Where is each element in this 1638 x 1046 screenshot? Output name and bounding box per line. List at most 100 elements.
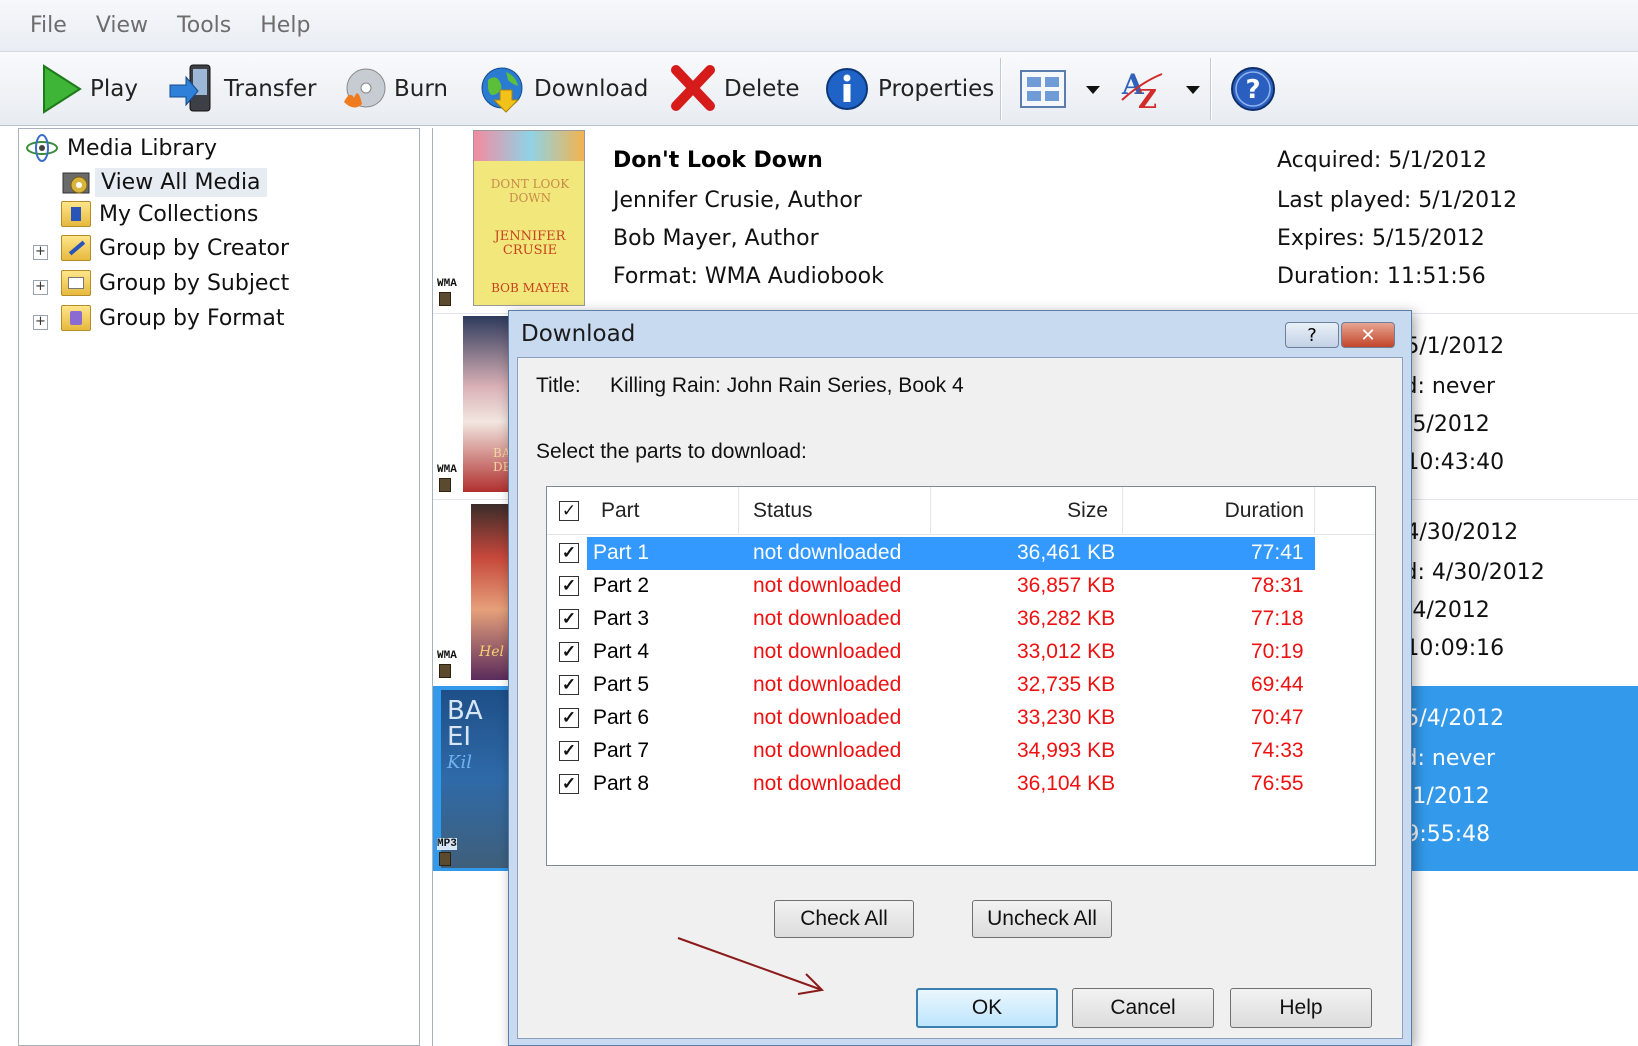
- chevron-down-icon[interactable]: [1182, 79, 1204, 99]
- part-size: 33,230 KB: [1017, 706, 1116, 729]
- part-row[interactable]: ✓ Part 8 not downloaded 36,104 KB 76:55: [547, 768, 1375, 801]
- select-all-checkbox[interactable]: ✓: [559, 501, 579, 521]
- column-header-part[interactable]: Part: [587, 487, 739, 535]
- column-header-status[interactable]: Status: [739, 487, 931, 535]
- format-tag: WMA: [437, 464, 457, 476]
- menu-bar: File View Tools Help: [0, 0, 1638, 52]
- part-row[interactable]: ✓ Part 1 not downloaded 36,461 KB 77:41: [547, 537, 1375, 570]
- part-size: 32,735 KB: [1017, 673, 1116, 696]
- expand-group-by-creator[interactable]: +: [33, 245, 48, 260]
- part-row[interactable]: ✓ Part 5 not downloaded 32,735 KB 69:44: [547, 669, 1375, 702]
- svg-text:Z: Z: [1138, 85, 1157, 114]
- media-folder-icon: [62, 172, 90, 194]
- tree-item-group-by-creator[interactable]: Group by Creator: [61, 235, 289, 261]
- part-row[interactable]: ✓ Part 4 not downloaded 33,012 KB 70:19: [547, 636, 1375, 669]
- dialog-help-text-button[interactable]: Help: [1230, 988, 1372, 1028]
- play-button[interactable]: Play: [40, 60, 138, 118]
- media-library-icon: [26, 134, 58, 162]
- part-duration: 77:18: [1251, 607, 1304, 630]
- tree-item-label: View All Media: [95, 167, 267, 197]
- part-checkbox[interactable]: ✓: [559, 609, 579, 629]
- part-checkbox[interactable]: ✓: [559, 642, 579, 662]
- tree-root-media-library[interactable]: Media Library: [25, 133, 217, 163]
- audiobook-icon: [439, 478, 451, 492]
- part-row[interactable]: ✓ Part 3 not downloaded 36,282 KB 77:18: [547, 603, 1375, 636]
- download-label: Download: [534, 76, 649, 102]
- parts-list-header: ✓ Part Status Size Duration: [547, 487, 1375, 535]
- row-expires: Expires: 5/15/2012: [1277, 226, 1485, 251]
- part-duration: 78:31: [1251, 574, 1304, 597]
- sort-button[interactable]: A Z: [1118, 60, 1204, 118]
- part-name: Part 2: [593, 574, 650, 597]
- cancel-button[interactable]: Cancel: [1072, 988, 1214, 1028]
- part-row[interactable]: ✓ Part 6 not downloaded 33,230 KB 70:47: [547, 702, 1375, 735]
- audiobook-icon: [439, 664, 451, 678]
- part-name: Part 4: [593, 640, 650, 663]
- part-duration: 77:41: [1251, 541, 1304, 564]
- close-icon: ✕: [1360, 324, 1376, 346]
- part-size: 36,461 KB: [1017, 541, 1116, 564]
- format-folder-icon: [61, 305, 91, 331]
- media-row[interactable]: DONT LOOK DOWN JENNIFER CRUSIE BOB MAYER…: [433, 128, 1638, 313]
- transfer-label: Transfer: [224, 76, 317, 102]
- download-button[interactable]: Download: [478, 60, 648, 118]
- transfer-button[interactable]: Transfer: [168, 60, 316, 118]
- row-author: Bob Mayer, Author: [613, 226, 819, 251]
- menu-tools[interactable]: Tools: [177, 13, 231, 38]
- subject-folder-icon: [61, 270, 91, 296]
- toolbar-separator: [1210, 58, 1212, 120]
- part-row[interactable]: ✓ Part 2 not downloaded 36,857 KB 78:31: [547, 570, 1375, 603]
- view-mode-button[interactable]: [1018, 60, 1104, 118]
- expand-group-by-subject[interactable]: +: [33, 280, 48, 295]
- grid-view-icon: [1020, 70, 1066, 108]
- part-name: Part 6: [593, 706, 650, 729]
- row-acquired: Acquired: 5/1/2012: [1277, 148, 1488, 173]
- dialog-close-button[interactable]: ✕: [1341, 322, 1395, 348]
- part-status: not downloaded: [753, 541, 902, 564]
- part-checkbox[interactable]: ✓: [559, 576, 579, 596]
- tree-item-view-all-media[interactable]: View All Media: [61, 167, 267, 197]
- instruction-text: Select the parts to download:: [536, 440, 807, 463]
- ok-button[interactable]: OK: [916, 988, 1058, 1028]
- play-label: Play: [90, 76, 138, 102]
- delete-button[interactable]: Delete: [670, 60, 800, 118]
- part-checkbox[interactable]: ✓: [559, 741, 579, 761]
- row-format: Format: WMA Audiobook: [613, 264, 884, 289]
- part-duration: 70:19: [1251, 640, 1304, 663]
- column-header-duration[interactable]: Duration: [1123, 487, 1315, 535]
- dialog-title: Download: [521, 321, 636, 347]
- row-author: Jennifer Crusie, Author: [613, 188, 862, 213]
- part-name: Part 7: [593, 739, 650, 762]
- uncheck-all-button[interactable]: Uncheck All: [972, 900, 1112, 938]
- tree-item-group-by-format[interactable]: Group by Format: [61, 305, 284, 331]
- part-checkbox[interactable]: ✓: [559, 675, 579, 695]
- audiobook-icon: [439, 852, 451, 866]
- part-checkbox[interactable]: ✓: [559, 708, 579, 728]
- chevron-down-icon[interactable]: [1082, 79, 1104, 99]
- part-name: Part 8: [593, 772, 650, 795]
- properties-button[interactable]: Properties: [824, 60, 994, 118]
- part-duration: 74:33: [1251, 739, 1304, 762]
- annotation-arrow-icon: [677, 937, 825, 995]
- part-name: Part 5: [593, 673, 650, 696]
- help-button[interactable]: ?: [1228, 60, 1278, 118]
- tree-item-my-collections[interactable]: My Collections: [61, 201, 258, 227]
- svg-text:?: ?: [1245, 75, 1260, 105]
- part-checkbox[interactable]: ✓: [559, 543, 579, 563]
- row-selection: [587, 537, 1315, 570]
- menu-help[interactable]: Help: [260, 13, 310, 38]
- part-row[interactable]: ✓ Part 7 not downloaded 34,993 KB 74:33: [547, 735, 1375, 768]
- dialog-help-button[interactable]: ?: [1285, 322, 1339, 348]
- column-header-size[interactable]: Size: [931, 487, 1123, 535]
- menu-file[interactable]: File: [30, 13, 67, 38]
- burn-button[interactable]: Burn: [340, 60, 448, 118]
- part-checkbox[interactable]: ✓: [559, 774, 579, 794]
- expand-group-by-format[interactable]: +: [33, 315, 48, 330]
- menu-view[interactable]: View: [96, 13, 148, 38]
- part-duration: 76:55: [1251, 772, 1304, 795]
- part-status: not downloaded: [753, 673, 902, 696]
- tree-item-group-by-subject[interactable]: Group by Subject: [61, 270, 289, 296]
- toolbar: Play Transfer Burn Download Delete Prope…: [0, 52, 1638, 126]
- row-title: Don't Look Down: [613, 148, 823, 173]
- download-dialog: Download ? ✕ Title: Killing Rain: John R…: [508, 310, 1412, 1046]
